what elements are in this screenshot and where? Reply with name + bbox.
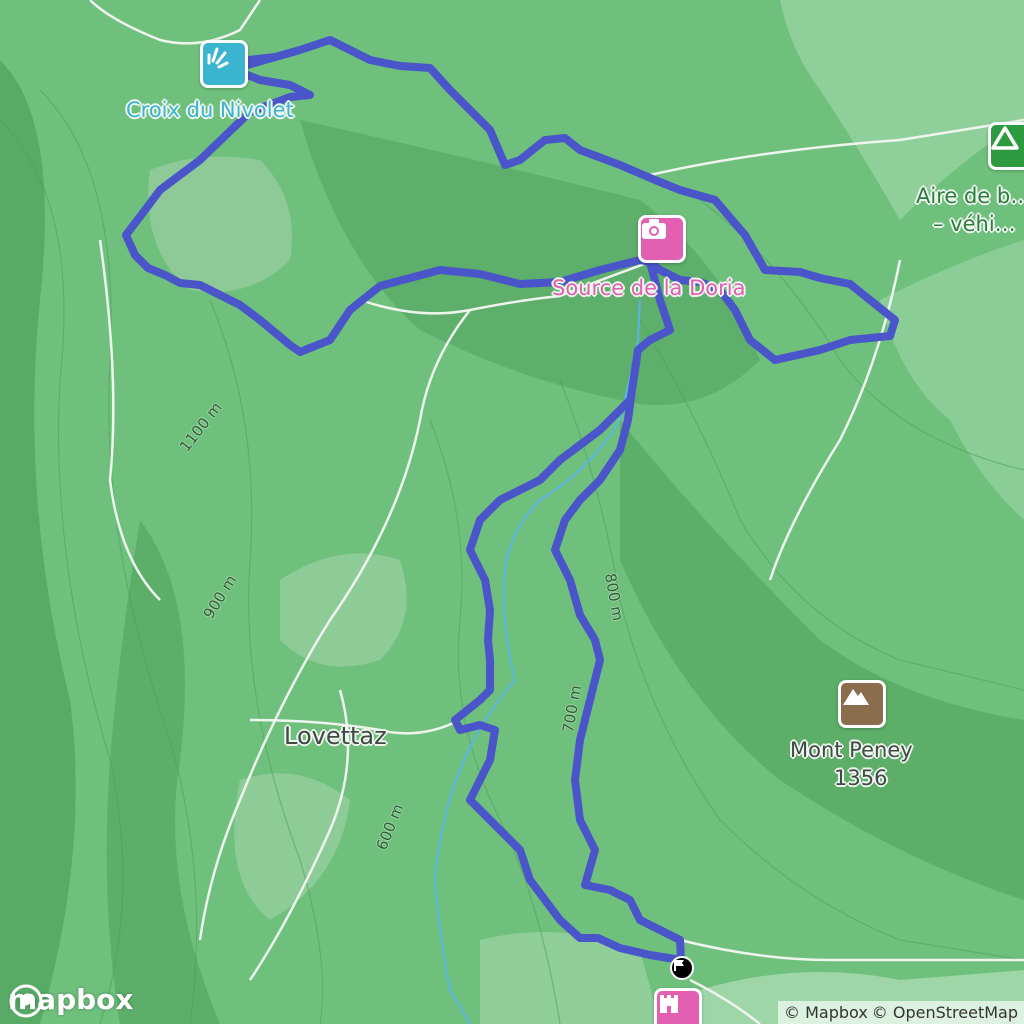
mapbox-logo-icon <box>9 984 43 1018</box>
camera-icon <box>642 219 666 239</box>
attribution-bar: © Mapbox © OpenStreetMap <box>778 1001 1024 1024</box>
tent-icon <box>991 126 1019 150</box>
flag-icon <box>674 959 684 971</box>
camping-poi[interactable] <box>988 122 1024 170</box>
photo-spot-poi[interactable] <box>638 215 686 263</box>
peak-poi[interactable] <box>838 680 886 728</box>
meadow-area <box>280 553 407 667</box>
poi-label-aire-line1[interactable]: Aire de b… <box>916 184 1024 208</box>
viewpoint-icon <box>207 47 229 69</box>
viewpoint-poi[interactable] <box>200 40 248 88</box>
castle-poi[interactable] <box>654 988 702 1024</box>
attribution-osm-link[interactable]: © OpenStreetMap <box>872 1003 1018 1022</box>
mountain-icon <box>843 689 869 705</box>
poi-elevation-mont-peney: 1356 <box>834 766 888 790</box>
poi-label-source-de-la-doria[interactable]: Source de la Doria <box>552 276 745 300</box>
terrain-layer <box>0 0 1024 1024</box>
poi-label-aire-line2: – véhi… <box>933 212 1016 236</box>
place-label-lovettaz: Lovettaz <box>284 722 387 750</box>
mapbox-logo[interactable]: mapbox <box>8 983 133 1018</box>
route-start-marker[interactable] <box>670 956 694 980</box>
map-canvas[interactable]: Croix du Nivolet Source de la Doria Aire… <box>0 0 1024 1024</box>
attribution-mapbox-link[interactable]: © Mapbox <box>784 1003 868 1022</box>
poi-label-mont-peney[interactable]: Mont Peney <box>790 738 913 762</box>
castle-icon <box>660 995 678 1013</box>
poi-label-croix-du-nivolet[interactable]: Croix du Nivolet <box>126 98 294 122</box>
